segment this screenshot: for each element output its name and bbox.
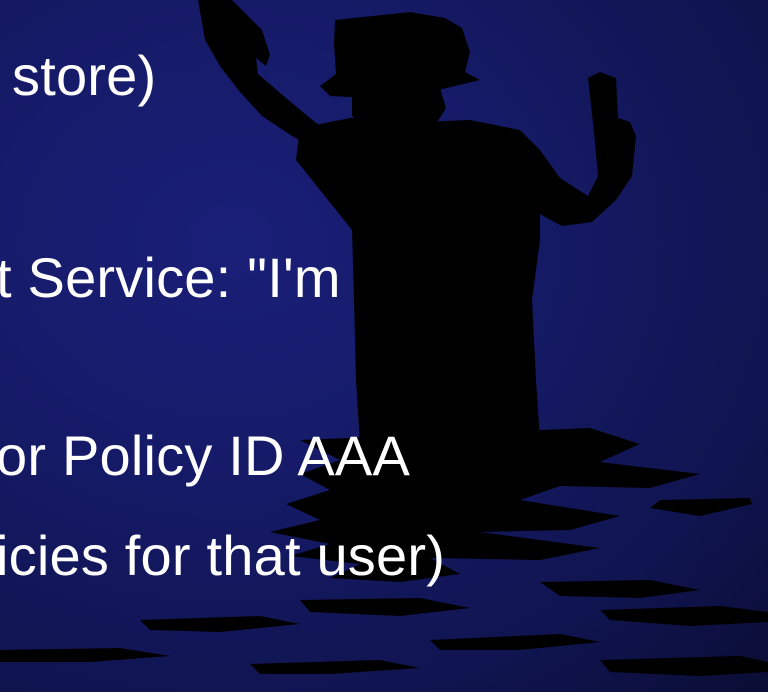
slide-text-line-3: or Policy ID AAA (0, 424, 411, 487)
presentation-slide: store) t Service: "I'm or Policy ID AAA … (0, 0, 768, 692)
slide-text-line-1: store) (12, 44, 157, 107)
slide-text-line-2: t Service: "I'm (0, 246, 341, 309)
slide-text-line-4: icies for that user) (0, 524, 446, 587)
